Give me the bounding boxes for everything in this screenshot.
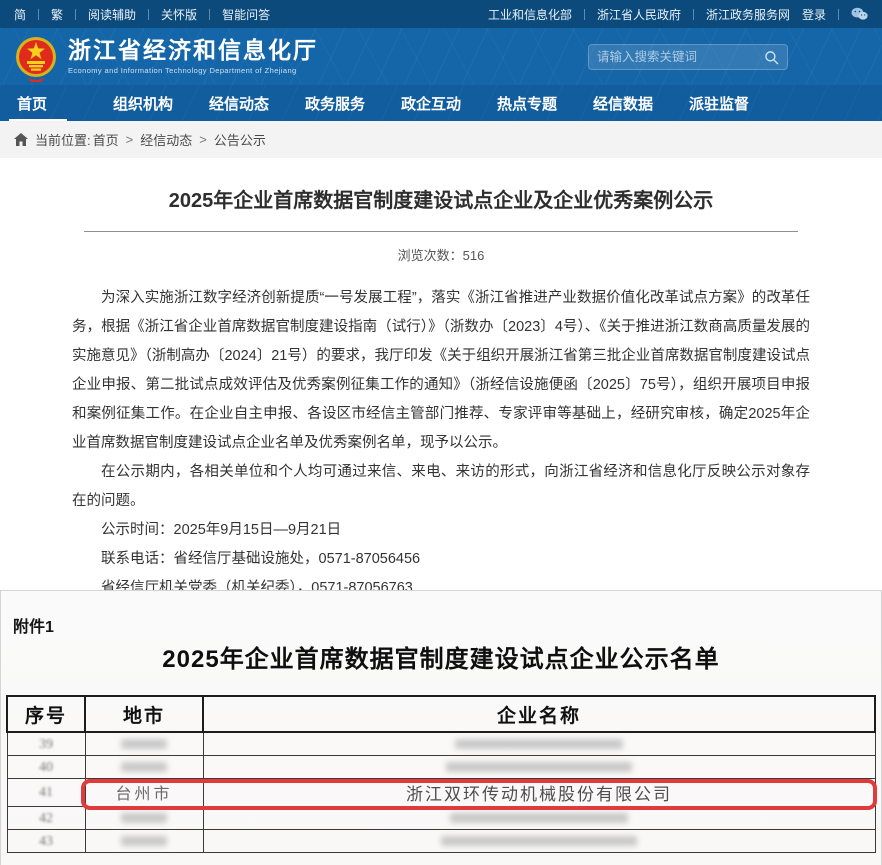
topbar-link-accessible-version[interactable]: 关怀版: [161, 6, 197, 23]
serial-cell: 43: [39, 834, 53, 849]
home-icon: [14, 133, 28, 146]
breadcrumb-announcements[interactable]: 公告公示: [214, 130, 266, 149]
wechat-icon[interactable]: [851, 7, 868, 21]
redacted-city-cell: [121, 739, 167, 749]
paragraph-intro: 为深入实施浙江数字经济创新提质“一号发展工程”，落实《浙江省推进产业数据价值化改…: [72, 284, 810, 458]
topbar-link-miit[interactable]: 工业和信息化部: [488, 6, 572, 23]
nav-item-gov-service[interactable]: 政务服务: [305, 85, 401, 121]
search-box: [588, 44, 788, 70]
site-brand[interactable]: 浙江省经济和信息化厅 Economy and Information Techn…: [14, 32, 318, 82]
topbar-link-traditional-chinese[interactable]: 繁: [51, 6, 63, 23]
topbar-right-links: 工业和信息化部 浙江省人民政府 浙江政务服务网 登录: [488, 6, 868, 23]
topbar-link-simplified-chinese[interactable]: 简: [14, 6, 26, 23]
topbar-link-provincial-gov[interactable]: 浙江省人民政府: [597, 6, 681, 23]
nav-item-organization[interactable]: 组织机构: [113, 85, 209, 121]
table-row: 42: [7, 806, 875, 829]
nav-item-home[interactable]: 首页: [17, 85, 113, 121]
site-subtitle: Economy and Information Technology Depar…: [68, 66, 318, 75]
page-title: 2025年企业首席数据官制度建设试点企业及企业优秀案例公示: [78, 188, 804, 215]
topbar-link-reading-aid[interactable]: 阅读辅助: [88, 6, 136, 23]
topbar-link-smart-qa[interactable]: 智能问答: [222, 6, 270, 23]
line-contact-phone: 联系电话：省经信厅基础设施处，0571-87056456: [72, 545, 810, 574]
serial-cell: 40: [39, 760, 53, 775]
table-row: 40: [7, 755, 875, 778]
divider: [209, 9, 210, 20]
breadcrumb-prefix: 当前位置:: [35, 130, 91, 149]
attachment-image: 附件1 2025年企业首席数据官制度建设试点企业公示名单 序号 地市 企业名称 …: [0, 590, 882, 865]
company-cell: 浙江双环传动机械股份有限公司: [406, 785, 672, 804]
paragraph-feedback: 在公示期内，各相关单位和个人均可通过来信、来电、来访的形式，向浙江省经济和信息化…: [72, 458, 810, 516]
redacted-company-cell: [446, 762, 632, 772]
attachment-title: 2025年企业首席数据官制度建设试点企业公示名单: [1, 639, 881, 674]
divider: [838, 9, 839, 20]
line-discipline-contact: 省经信厅机关党委（机关纪委），0571-87056763: [72, 574, 810, 590]
serial-cell: 41: [39, 785, 53, 800]
nav-item-supervision[interactable]: 派驻监督: [689, 85, 785, 121]
divider: [75, 9, 76, 20]
column-header-company: 企业名称: [203, 696, 875, 732]
table-row: 43: [7, 829, 875, 852]
line-publicity-period: 公示时间：2025年9月15日—9月21日: [72, 516, 810, 545]
breadcrumb-news[interactable]: 经信动态: [140, 130, 192, 149]
nav-item-hot-topics[interactable]: 热点专题: [497, 85, 593, 121]
serial-cell: 42: [39, 811, 53, 826]
view-count-value: 516: [463, 248, 485, 263]
topbar-link-gov-service-net[interactable]: 浙江政务服务网: [706, 6, 790, 23]
table-row: 39: [7, 732, 875, 755]
main-nav: 首页 组织机构 经信动态 政务服务 政企互动 热点专题 经信数据 派驻监督: [0, 85, 882, 121]
divider: [148, 9, 149, 20]
nav-item-data[interactable]: 经信数据: [593, 85, 689, 121]
breadcrumb-home[interactable]: 首页: [93, 130, 119, 149]
table-header-row: 序号 地市 企业名称: [7, 696, 875, 732]
title-divider: [84, 231, 798, 232]
redacted-company-cell: [450, 813, 628, 823]
article-text: 为深入实施浙江数字经济创新提质“一号发展工程”，落实《浙江省推进产业数据价值化改…: [72, 284, 810, 590]
topbar-left-links: 简 繁 阅读辅助 关怀版 智能问答: [14, 6, 270, 23]
search-icon[interactable]: [764, 50, 779, 65]
top-utility-bar: 简 繁 阅读辅助 关怀版 智能问答 工业和信息化部 浙江省人民政府 浙江政务服务…: [0, 0, 882, 28]
nav-item-news[interactable]: 经信动态: [209, 85, 305, 121]
attachment-label: 附件1: [13, 613, 54, 637]
redacted-city-cell: [121, 762, 167, 772]
view-count: 浏览次数：516: [72, 245, 810, 264]
divider: [693, 9, 694, 20]
brand-text: 浙江省经济和信息化厅 Economy and Information Techn…: [68, 38, 318, 75]
site-title: 浙江省经济和信息化厅: [68, 38, 318, 63]
divider: [38, 9, 39, 20]
login-link[interactable]: 登录: [802, 6, 826, 23]
national-emblem-icon: [14, 34, 58, 82]
breadcrumb: 当前位置:首页 > 经信动态 > 公告公示: [0, 121, 882, 158]
search-input[interactable]: [597, 50, 764, 64]
city-cell: 台州市: [115, 786, 172, 803]
redacted-company-cell: [441, 836, 637, 846]
redacted-city-cell: [121, 836, 167, 846]
serial-cell: 39: [39, 737, 53, 752]
pilot-enterprise-table: 序号 地市 企业名称 39 40 41 台州市 浙江双环传动机械股份有限公司: [6, 695, 876, 853]
redacted-city-cell: [121, 813, 167, 823]
article-body: 2025年企业首席数据官制度建设试点企业及企业优秀案例公示 浏览次数：516 为…: [0, 158, 882, 590]
site-header: 浙江省经济和信息化厅 Economy and Information Techn…: [0, 28, 882, 85]
table-row-highlighted: 41 台州市 浙江双环传动机械股份有限公司: [7, 778, 875, 806]
column-header-city: 地市: [85, 696, 203, 732]
breadcrumb-separator: >: [199, 132, 207, 147]
breadcrumb-separator: >: [126, 132, 134, 147]
nav-item-interaction[interactable]: 政企互动: [401, 85, 497, 121]
divider: [584, 9, 585, 20]
redacted-company-cell: [455, 739, 623, 749]
column-header-serial: 序号: [7, 696, 85, 732]
